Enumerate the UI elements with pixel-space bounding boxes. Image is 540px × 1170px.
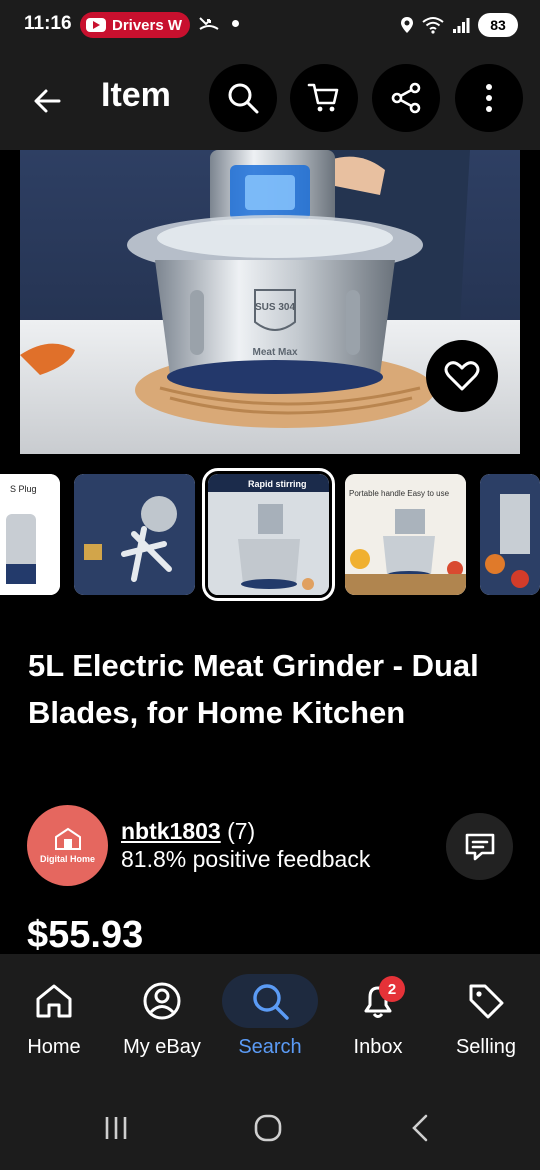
- missed-call-icon: [199, 17, 219, 30]
- youtube-icon: [86, 18, 106, 32]
- home-system-button[interactable]: [238, 1108, 298, 1148]
- seller-avatar-text: Digital Home: [39, 854, 95, 864]
- seller-feedback: 81.8% positive feedback: [121, 846, 371, 872]
- thumbnail-1[interactable]: S Plug: [0, 474, 60, 595]
- more-options-button[interactable]: [455, 64, 523, 132]
- page-title: Item: [101, 76, 171, 114]
- battery-icon: 83: [478, 13, 518, 37]
- location-icon: [401, 17, 413, 33]
- top-app-bar: Item: [0, 52, 540, 150]
- seller-rating-count: (7): [227, 818, 256, 844]
- nav-search-label: Search: [238, 1036, 302, 1058]
- nav-inbox-label: Inbox: [353, 1036, 403, 1058]
- search-button[interactable]: [209, 64, 277, 132]
- thumbnail-4-caption: Portable handle Easy to use: [349, 489, 450, 498]
- product-main-image[interactable]: SUS 304 Meat Max: [20, 150, 520, 454]
- nav-my-ebay[interactable]: My eBay: [108, 954, 216, 1086]
- search-icon: [228, 83, 259, 114]
- heart-icon: [444, 361, 480, 391]
- thumbnail-2[interactable]: [74, 474, 195, 595]
- thumbnail-5-image: [480, 474, 540, 595]
- nav-inbox[interactable]: 2 Inbox: [324, 954, 432, 1086]
- back-arrow-icon: [34, 89, 61, 113]
- nav-home-label: Home: [27, 1036, 81, 1058]
- battery-level: 83: [490, 17, 506, 33]
- sus-badge-text: SUS 304: [255, 302, 295, 313]
- system-navigation-bar: [0, 1086, 540, 1170]
- message-icon: [465, 833, 494, 860]
- profile-icon: [143, 982, 181, 1020]
- thumbnail-2-image: [74, 474, 195, 595]
- thumbnail-strip[interactable]: S Plug Rapid stirring Portable handle Ea…: [0, 468, 540, 604]
- seller-avatar[interactable]: Digital Home: [27, 805, 108, 886]
- favorite-button[interactable]: [426, 340, 498, 412]
- cart-icon: [307, 83, 339, 112]
- chevron-left-icon: [412, 1114, 428, 1142]
- bottom-navigation: Home My eBay Search 2 Inbox Selling: [0, 954, 540, 1086]
- notification-chip[interactable]: Drivers W: [80, 12, 190, 38]
- search-icon: [253, 984, 289, 1020]
- home-circle-icon: [254, 1114, 282, 1142]
- share-icon: [391, 82, 421, 114]
- product-title: 5L Electric Meat Grinder - Dual Blades, …: [28, 648, 479, 730]
- back-button[interactable]: [24, 78, 70, 124]
- product-price: $55.93: [27, 914, 144, 956]
- more-vertical-icon: [486, 84, 492, 112]
- thumbnail-3[interactable]: Rapid stirring: [202, 468, 335, 601]
- store-logo-icon: [54, 827, 81, 850]
- product-illustration: SUS 304 Meat Max: [20, 150, 520, 454]
- recent-apps-button[interactable]: [86, 1108, 146, 1148]
- recent-apps-icon: [105, 1117, 127, 1139]
- contact-seller-button[interactable]: [446, 813, 513, 880]
- thumbnail-5[interactable]: [480, 474, 540, 595]
- wifi-icon: [422, 17, 444, 34]
- dot-icon: [232, 19, 239, 27]
- cart-button[interactable]: [290, 64, 358, 132]
- nav-home[interactable]: Home: [0, 954, 108, 1086]
- meat-max-label: Meat Max: [252, 347, 297, 358]
- notification-chip-text: Drivers W: [112, 16, 183, 34]
- inbox-badge: 2: [379, 976, 405, 1002]
- thumbnail-3-caption: Rapid stirring: [248, 479, 307, 489]
- status-time: 11:16: [24, 13, 72, 34]
- thumbnail-4[interactable]: Portable handle Easy to use: [345, 474, 466, 595]
- share-button[interactable]: [372, 64, 440, 132]
- nav-selling-label: Selling: [455, 1036, 517, 1058]
- nav-my-ebay-label: My eBay: [123, 1036, 201, 1058]
- home-icon: [36, 984, 72, 1018]
- nav-search[interactable]: Search: [216, 954, 324, 1086]
- nav-selling[interactable]: Selling: [432, 954, 540, 1086]
- thumbnail-4-image: Portable handle Easy to use: [345, 474, 466, 595]
- seller-username-link[interactable]: nbtk1803: [121, 818, 221, 844]
- thumbnail-1-caption: S Plug: [10, 484, 37, 494]
- tag-icon: [469, 984, 504, 1019]
- back-system-button[interactable]: [390, 1108, 450, 1148]
- thumbnail-3-image: Rapid stirring: [208, 474, 329, 595]
- status-bar: 11:16 Drivers W 83: [0, 0, 540, 52]
- signal-icon: [453, 18, 470, 33]
- seller-name-line: nbtk1803 (7): [121, 818, 255, 845]
- thumbnail-1-image: S Plug: [0, 474, 60, 595]
